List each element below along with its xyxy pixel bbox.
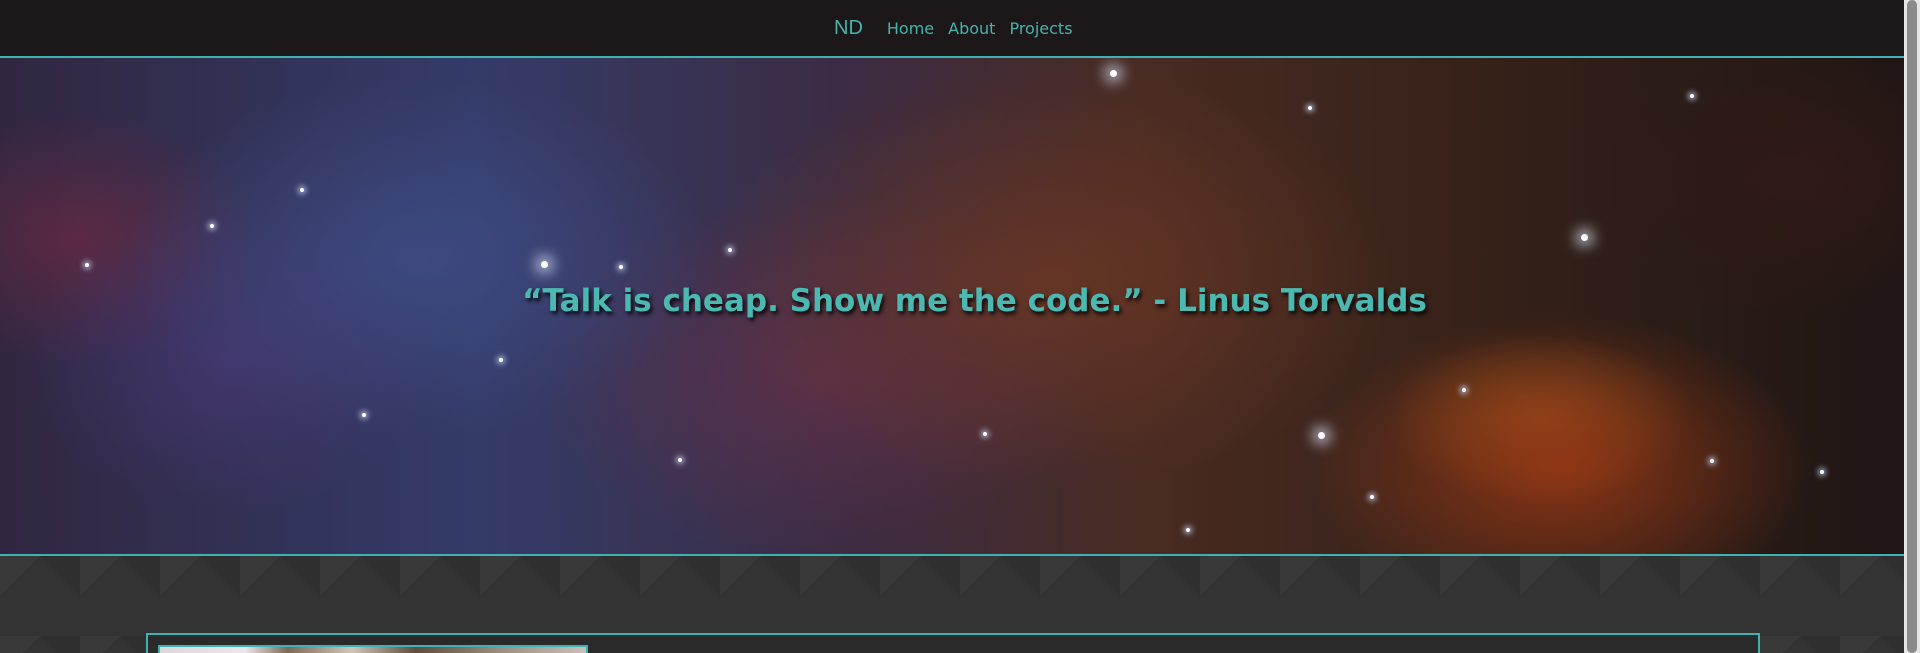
nav-inner: ND Home About Projects	[834, 16, 1087, 40]
vertical-scrollbar[interactable]	[1904, 0, 1920, 653]
content-section	[0, 556, 1904, 653]
scrollbar-thumb[interactable]	[1907, 0, 1917, 653]
hero-quote: “Talk is cheap. Show me the code.” - Lin…	[0, 58, 1904, 554]
top-navbar: ND Home About Projects	[0, 0, 1904, 58]
hero-banner: “Talk is cheap. Show me the code.” - Lin…	[0, 58, 1904, 556]
project-card[interactable]	[146, 633, 1760, 653]
nav-link-about[interactable]: About	[948, 19, 995, 38]
brand-logo[interactable]: ND	[834, 17, 863, 40]
project-card-image[interactable]	[158, 645, 588, 653]
nav-link-home[interactable]: Home	[887, 19, 934, 38]
nav-link-projects[interactable]: Projects	[1009, 19, 1072, 38]
page: ND Home About Projects “Talk is cheap. S…	[0, 0, 1920, 653]
hero-quote-text: “Talk is cheap. Show me the code.” - Lin…	[522, 283, 1427, 319]
